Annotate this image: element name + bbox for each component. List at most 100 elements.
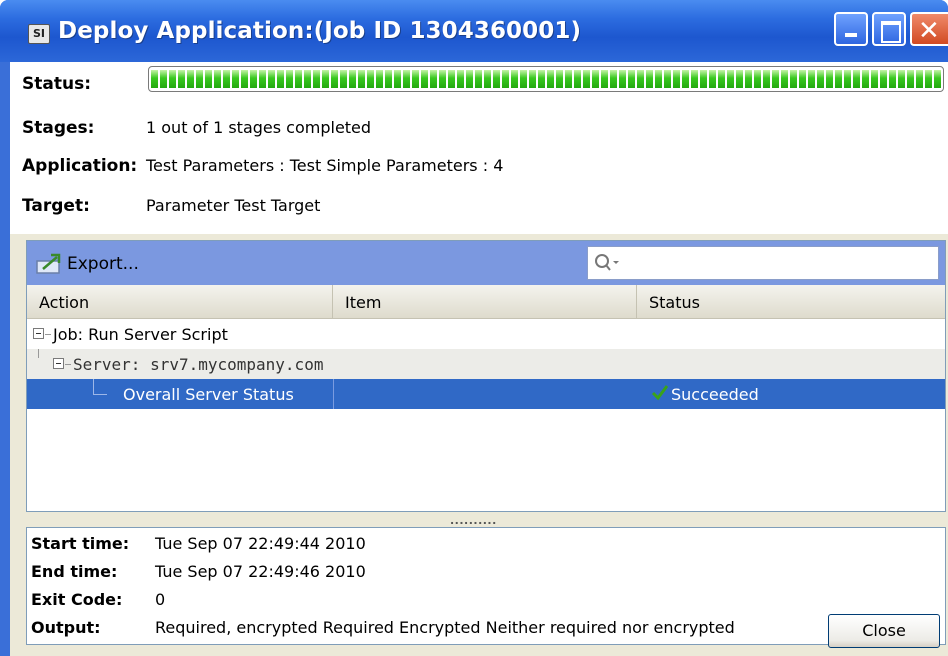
progress-segment [277, 70, 284, 88]
progress-segment [457, 70, 464, 88]
stages-label: Stages: [22, 118, 95, 138]
check-icon [651, 385, 669, 401]
progress-segment [232, 70, 239, 88]
progress-segment [745, 70, 752, 88]
progress-segment [403, 70, 410, 88]
progress-segment [808, 70, 815, 88]
progress-segment [196, 70, 203, 88]
window-title: Deploy Application:(Job ID 1304360001) [58, 18, 582, 44]
progress-segment [673, 70, 680, 88]
progress-segment [304, 70, 311, 88]
progress-segment [205, 70, 212, 88]
progress-segment [367, 70, 374, 88]
close-button[interactable]: Close [828, 614, 940, 648]
progress-segment [916, 70, 923, 88]
progress-segment [358, 70, 365, 88]
progress-segment [151, 70, 158, 88]
column-divider [333, 379, 334, 409]
start-time-label: Start time: [31, 534, 130, 553]
progress-segment [565, 70, 572, 88]
title-bar[interactable]: SI Deploy Application:(Job ID 1304360001… [0, 0, 948, 62]
progress-segment [925, 70, 932, 88]
close-window-button[interactable]: ✕ [910, 12, 948, 46]
progress-segment [763, 70, 770, 88]
search-input[interactable] [587, 246, 939, 280]
end-time-label: End time: [31, 562, 118, 581]
deploy-application-window: SI Deploy Application:(Job ID 1304360001… [0, 0, 948, 656]
stages-value: 1 out of 1 stages completed [146, 118, 372, 137]
status-succeeded: Succeeded [671, 385, 759, 404]
status-progress-bar [148, 66, 944, 92]
progress-segment [889, 70, 896, 88]
progress-segment [583, 70, 590, 88]
minimize-button[interactable] [834, 12, 868, 46]
panel-splitter[interactable]: .......... [450, 514, 497, 527]
job-info-section: Status: Stages: 1 out of 1 stages comple… [10, 62, 948, 234]
progress-segment [430, 70, 437, 88]
progress-segment [628, 70, 635, 88]
progress-segment [610, 70, 617, 88]
tree-connector [45, 334, 51, 335]
progress-segment [421, 70, 428, 88]
progress-segment [700, 70, 707, 88]
close-icon: ✕ [918, 16, 940, 46]
progress-segment [295, 70, 302, 88]
tree-connector [93, 394, 107, 395]
progress-segment [790, 70, 797, 88]
progress-segment [439, 70, 446, 88]
application-value: Test Parameters : Test Simple Parameters… [146, 156, 504, 175]
progress-segment [322, 70, 329, 88]
progress-segment [637, 70, 644, 88]
progress-segment [475, 70, 482, 88]
progress-segment [664, 70, 671, 88]
progress-segment [826, 70, 833, 88]
column-header-item[interactable]: Item [333, 285, 637, 318]
progress-segment [520, 70, 527, 88]
progress-segment [412, 70, 419, 88]
maximize-button[interactable] [872, 12, 906, 46]
progress-segment [799, 70, 806, 88]
progress-segment [448, 70, 455, 88]
job-results-grid: Export... Action Item Status Job: Run Se… [26, 240, 946, 512]
column-header-status[interactable]: Status [637, 285, 945, 318]
progress-segment [934, 70, 941, 88]
progress-segment [169, 70, 176, 88]
progress-segment [502, 70, 509, 88]
end-time-value: Tue Sep 07 22:49:46 2010 [155, 562, 366, 581]
app-icon: SI [28, 24, 50, 44]
progress-segment [601, 70, 608, 88]
progress-segment [529, 70, 536, 88]
progress-segment [286, 70, 293, 88]
application-label: Application: [22, 156, 138, 176]
export-icon[interactable] [35, 251, 67, 275]
progress-segment [853, 70, 860, 88]
column-header-action[interactable]: Action [27, 285, 333, 318]
progress-segment [268, 70, 275, 88]
progress-segment [655, 70, 662, 88]
progress-segment [646, 70, 653, 88]
progress-segment [781, 70, 788, 88]
tree-connector [93, 379, 94, 394]
progress-segment [511, 70, 518, 88]
progress-segment [376, 70, 383, 88]
progress-segment [349, 70, 356, 88]
progress-segment [898, 70, 905, 88]
progress-segment [178, 70, 185, 88]
table-row-selected[interactable]: Overall Server Status Succeeded [27, 379, 945, 409]
grid-header: Action Item Status [27, 285, 945, 319]
progress-segment [871, 70, 878, 88]
search-icon[interactable] [594, 253, 622, 273]
tree-collapse-icon[interactable] [53, 358, 64, 369]
progress-segment [493, 70, 500, 88]
status-label: Status: [22, 74, 91, 94]
progress-segment [682, 70, 689, 88]
export-button[interactable]: Export... [67, 254, 139, 274]
tree-collapse-icon[interactable] [33, 328, 44, 339]
progress-segment [619, 70, 626, 88]
progress-segment [772, 70, 779, 88]
progress-segment [331, 70, 338, 88]
progress-segment [817, 70, 824, 88]
job-row-label: Job: Run Server Script [53, 325, 228, 344]
table-row[interactable]: Server: srv7.mycompany.com [27, 349, 945, 379]
table-row[interactable]: Job: Run Server Script [27, 319, 945, 349]
